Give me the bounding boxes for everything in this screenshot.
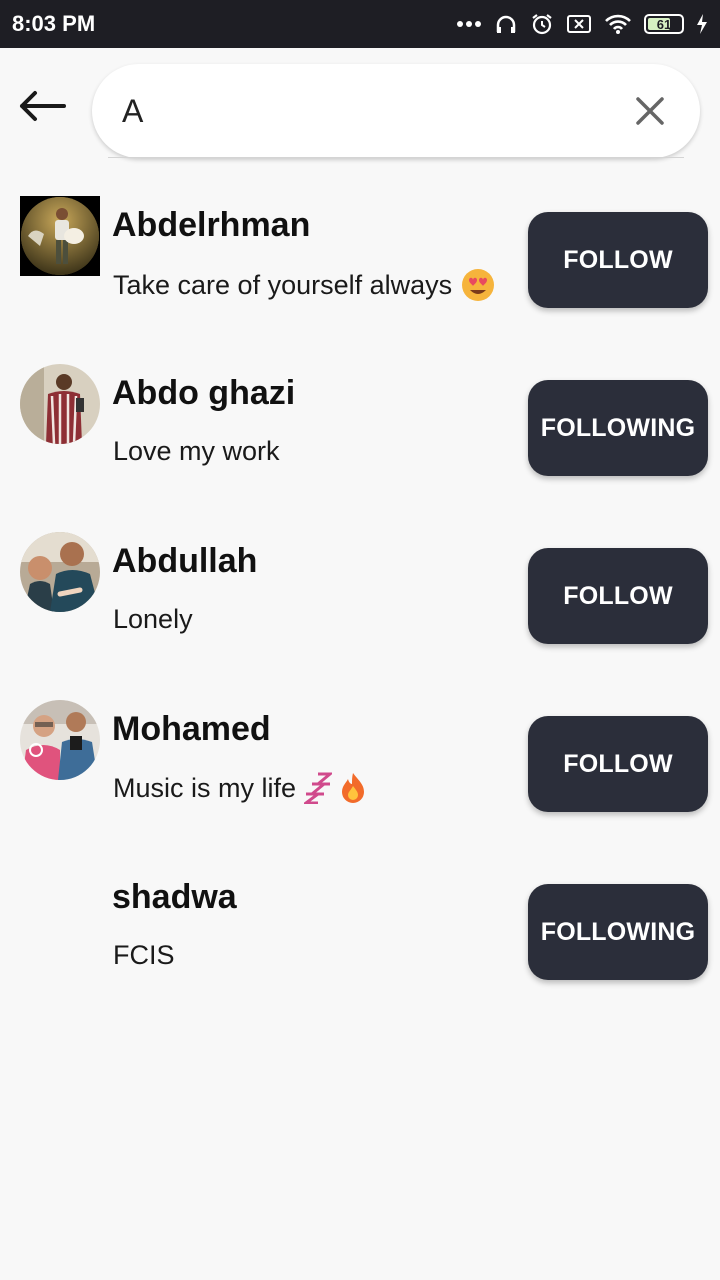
user-bio: Take care of yourself always: [113, 268, 496, 302]
follow-button[interactable]: FOLLOW: [528, 716, 708, 812]
list-item[interactable]: Abdullah Lonely FOLLOW: [0, 532, 720, 700]
avatar[interactable]: [20, 700, 100, 780]
user-bio-text: Take care of yourself always: [113, 269, 453, 300]
clear-search-button[interactable]: [628, 89, 672, 133]
search-divider: [108, 157, 684, 158]
user-name: Abdullah: [112, 542, 258, 580]
avatar[interactable]: [20, 364, 100, 444]
battery-icon: 61: [644, 14, 684, 34]
follow-button[interactable]: FOLLOW: [528, 212, 708, 308]
wifi-icon: [604, 13, 632, 35]
following-button[interactable]: FOLLOWING: [528, 884, 708, 980]
headphones-icon: [494, 12, 518, 36]
list-item[interactable]: Mohamed Music is my life FOLLOW: [0, 700, 720, 868]
zzz-emoji-icon: [304, 772, 333, 804]
alarm-icon: [530, 12, 554, 36]
user-bio: Love my work: [113, 436, 280, 467]
fire-emoji-icon: [340, 772, 366, 804]
avatar[interactable]: [20, 196, 100, 276]
user-bio: Music is my life: [113, 772, 366, 804]
user-bio-text: Lonely: [113, 604, 193, 634]
user-list: Abdelrhman Take care of yourself always …: [0, 196, 720, 1036]
search-input[interactable]: [122, 92, 628, 130]
following-button[interactable]: FOLLOWING: [528, 380, 708, 476]
no-sim-icon: [566, 13, 592, 35]
user-name: shadwa: [112, 878, 237, 916]
more-dots-icon: [456, 20, 482, 28]
user-bio-text: Love my work: [113, 436, 280, 466]
user-bio-text: Music is my life: [113, 772, 297, 803]
avatar[interactable]: [20, 532, 100, 612]
follow-button[interactable]: FOLLOW: [528, 548, 708, 644]
user-name: Abdo ghazi: [112, 374, 296, 412]
status-bar: 8:03 PM 61: [0, 0, 720, 48]
back-button[interactable]: [16, 84, 68, 128]
user-bio-text: FCIS: [113, 940, 175, 970]
user-name: Mohamed: [112, 710, 271, 748]
status-icons: 61: [456, 12, 708, 36]
avatar[interactable]: [20, 868, 100, 948]
list-item[interactable]: Abdo ghazi Love my work FOLLOWING: [0, 364, 720, 532]
battery-level: 61: [656, 16, 672, 32]
heart-eyes-emoji-icon: [460, 268, 496, 302]
user-name: Abdelrhman: [112, 206, 311, 244]
back-arrow-icon: [20, 91, 66, 121]
close-icon: [636, 97, 664, 125]
charging-icon: [696, 13, 708, 35]
user-bio: FCIS: [113, 940, 175, 971]
status-time: 8:03 PM: [12, 11, 96, 36]
list-item[interactable]: shadwa FCIS FOLLOWING: [0, 868, 720, 1036]
search-bar: [92, 64, 700, 158]
list-item[interactable]: Abdelrhman Take care of yourself always …: [0, 196, 720, 364]
user-bio: Lonely: [113, 604, 193, 635]
